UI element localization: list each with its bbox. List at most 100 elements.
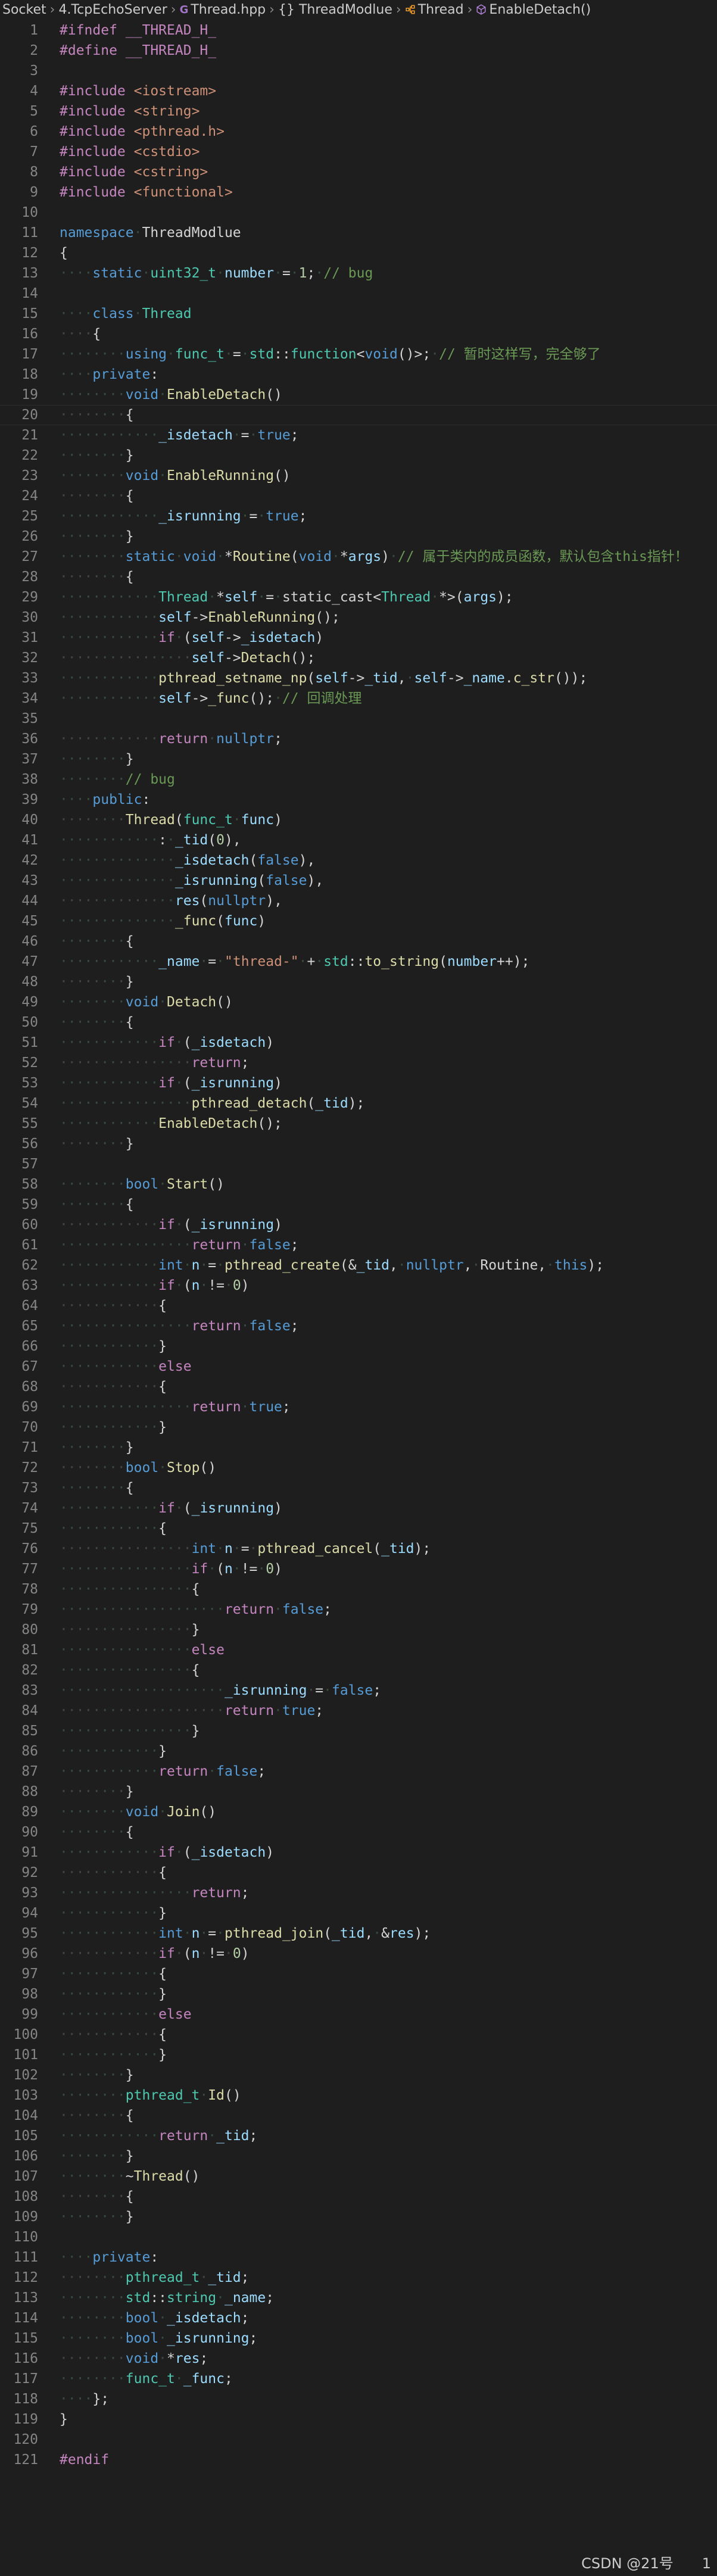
code-line[interactable]: 68 ············{ <box>0 1377 717 1397</box>
code-line[interactable]: 70 ············} <box>0 1417 717 1437</box>
code-line[interactable]: 121 #endif <box>0 2450 717 2470</box>
code-line[interactable]: 16 ····{ <box>0 324 717 344</box>
code-line[interactable]: 35 <box>0 709 717 729</box>
code-line[interactable]: 91 ············if·(_isdetach) <box>0 1842 717 1863</box>
code-line[interactable]: 46 ········{ <box>0 931 717 952</box>
code-line[interactable]: 90 ········{ <box>0 1822 717 1842</box>
code-line[interactable]: 118 ····}; <box>0 2389 717 2409</box>
code-line[interactable]: 115 ········bool·_isrunning; <box>0 2328 717 2349</box>
code-line[interactable]: 38 ········// bug <box>0 769 717 790</box>
code-line[interactable]: 75 ············{ <box>0 1518 717 1539</box>
code-line[interactable]: 23 ········void·EnableRunning() <box>0 466 717 486</box>
code-line[interactable]: 108 ········{ <box>0 2187 717 2207</box>
code-line[interactable]: 60 ············if·(_isrunning) <box>0 1215 717 1235</box>
code-line[interactable]: 120 <box>0 2430 717 2450</box>
code-line[interactable]: 9 #include <functional> <box>0 182 717 202</box>
code-line[interactable]: 112 ········pthread_t·_tid; <box>0 2268 717 2288</box>
code-line[interactable]: 99 ············else <box>0 2004 717 2025</box>
code-line[interactable]: 55 ············EnableDetach(); <box>0 1114 717 1134</box>
code-line[interactable]: 73 ········{ <box>0 1478 717 1498</box>
code-line[interactable]: 44 ··············res(nullptr), <box>0 891 717 911</box>
code-line[interactable]: 109 ········} <box>0 2207 717 2227</box>
code-line[interactable]: 8 #include <cstring> <box>0 162 717 182</box>
code-line[interactable]: 102 ········} <box>0 2065 717 2085</box>
code-line[interactable]: 116 ········void·*res; <box>0 2349 717 2369</box>
code-line[interactable]: 56 ········} <box>0 1134 717 1154</box>
code-line[interactable]: 78 ················{ <box>0 1579 717 1599</box>
code-line[interactable]: 119} <box>0 2409 717 2430</box>
code-line[interactable]: 65 ················return·false; <box>0 1316 717 1336</box>
code-line[interactable]: 10 <box>0 202 717 223</box>
code-line[interactable]: 76 ················int·n·=·pthread_cancel… <box>0 1539 717 1559</box>
code-line[interactable]: 86 ············} <box>0 1741 717 1761</box>
code-line[interactable]: 41 ············:·_tid(0), <box>0 830 717 850</box>
code-line[interactable]: 87 ············return·false; <box>0 1761 717 1782</box>
code-line[interactable]: 74 ············if·(_isrunning) <box>0 1498 717 1518</box>
code-line[interactable]: 14 <box>0 283 717 304</box>
code-line[interactable]: 40 ········Thread(func_t·func) <box>0 810 717 830</box>
code-line[interactable]: 28 ········{ <box>0 567 717 587</box>
code-line[interactable]: 12 { <box>0 243 717 263</box>
code-line[interactable]: 19 ········void·EnableDetach() <box>0 385 717 405</box>
code-line[interactable]: 50 ········{ <box>0 1012 717 1033</box>
code-line[interactable]: 67 ············else <box>0 1356 717 1377</box>
code-line[interactable]: 2 #define __THREAD_H_ <box>0 40 717 61</box>
code-line[interactable]: 110 <box>0 2227 717 2247</box>
code-line[interactable]: 22 ········} <box>0 445 717 466</box>
code-line[interactable]: 84 ····················return·true; <box>0 1701 717 1721</box>
code-line[interactable]: 51 ············if·(_isdetach) <box>0 1033 717 1053</box>
code-line[interactable]: 101 ············} <box>0 2045 717 2065</box>
code-line[interactable]: 11 namespace·ThreadModlue <box>0 223 717 243</box>
code-line[interactable]: 97 ············{ <box>0 1964 717 1984</box>
code-line[interactable]: 104 ········{ <box>0 2106 717 2126</box>
code-line[interactable]: 93 ················return; <box>0 1883 717 1903</box>
code-line[interactable]: 85 ················} <box>0 1721 717 1741</box>
code-line[interactable]: 42 ··············_isdetach(false), <box>0 850 717 871</box>
code-line[interactable]: 18 ····private: <box>0 364 717 385</box>
code-line[interactable]: 92 ············{ <box>0 1863 717 1883</box>
code-line[interactable]: 24 ········{ <box>0 486 717 506</box>
code-line[interactable]: 39 ····public: <box>0 790 717 810</box>
code-line[interactable]: 72 ········bool·Stop() <box>0 1458 717 1478</box>
code-line[interactable]: 45 ··············_func(func) <box>0 911 717 931</box>
code-line[interactable]: 69 ················return·true; <box>0 1397 717 1417</box>
code-line[interactable]: 117 ········func_t·_func; <box>0 2369 717 2389</box>
code-line[interactable]: 114 ········bool·_isdetach; <box>0 2308 717 2328</box>
code-line[interactable]: 33 ············pthread_setname_np(self->_… <box>0 668 717 688</box>
breadcrumb-item[interactable]: Thread <box>405 2 464 17</box>
code-line[interactable]: 61 ················return·false; <box>0 1235 717 1255</box>
code-line[interactable]: 83 ····················_isrunning·=·false… <box>0 1680 717 1701</box>
code-editor[interactable]: 1 #ifndef __THREAD_H_ 2 #define __THREAD_H_… <box>0 20 717 2470</box>
code-line[interactable]: 107 ········~Thread() <box>0 2166 717 2187</box>
code-line[interactable]: 71 ········} <box>0 1437 717 1458</box>
code-line[interactable]: 62 ············int·n·=·pthread_create(&_t… <box>0 1255 717 1275</box>
code-line[interactable]: 111 ····private: <box>0 2247 717 2268</box>
code-line[interactable]: 80 ················} <box>0 1620 717 1640</box>
code-line[interactable]: 3 <box>0 61 717 81</box>
code-line[interactable]: 64 ············{ <box>0 1296 717 1316</box>
code-line[interactable]: 26 ········} <box>0 526 717 547</box>
code-line[interactable]: 52 ················return; <box>0 1053 717 1073</box>
code-line[interactable]: 15 ····class·Thread <box>0 304 717 324</box>
code-line[interactable]: 77 ················if·(n·!=·0) <box>0 1559 717 1579</box>
breadcrumb-item[interactable]: {} ThreadModlue <box>278 2 392 17</box>
code-line[interactable]: 94 ············} <box>0 1903 717 1923</box>
code-line[interactable]: 7 #include <cstdio> <box>0 142 717 162</box>
code-line[interactable]: 57 <box>0 1154 717 1174</box>
code-line[interactable]: 17 ········using·func_t·=·std::function<v… <box>0 344 717 364</box>
code-line[interactable]: 81 ················else <box>0 1640 717 1660</box>
code-line[interactable]: 29 ············Thread·*self·=·static_cast… <box>0 587 717 607</box>
code-line[interactable]: 105 ············return·_tid; <box>0 2126 717 2146</box>
code-line[interactable]: 82 ················{ <box>0 1660 717 1680</box>
code-line[interactable]: 30 ············self->EnableRunning(); <box>0 607 717 628</box>
code-line[interactable]: 20 ········{ <box>0 405 717 425</box>
code-line[interactable]: 36 ············return·nullptr; <box>0 729 717 749</box>
code-line[interactable]: 79 ····················return·false; <box>0 1599 717 1620</box>
code-line[interactable]: 48 ········} <box>0 972 717 992</box>
code-line[interactable]: 66 ············} <box>0 1336 717 1356</box>
code-line[interactable]: 25 ············_isrunning·=·true; <box>0 506 717 526</box>
code-line[interactable]: 4 #include <iostream> <box>0 81 717 101</box>
code-line[interactable]: 34 ············self->_func();·// 回调处理 <box>0 688 717 709</box>
code-line[interactable]: 95 ············int·n·=·pthread_join(_tid,… <box>0 1923 717 1944</box>
breadcrumb-item[interactable]: EnableDetach() <box>476 2 591 17</box>
